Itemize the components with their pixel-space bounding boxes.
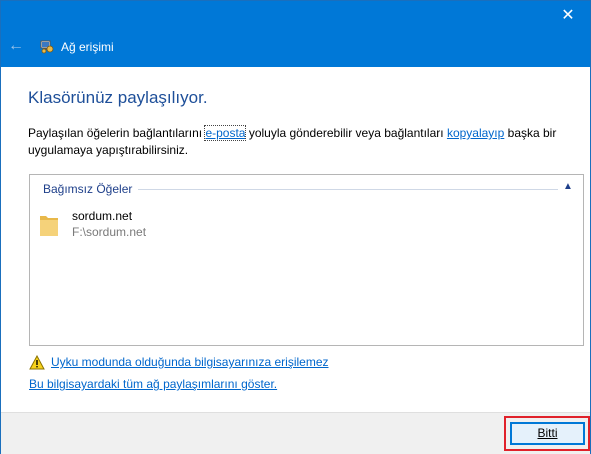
chevron-up-icon[interactable]: ▲ [562,181,574,193]
footer-bar [1,412,590,454]
group-header-divider [138,189,558,190]
email-link[interactable]: e-posta [204,125,247,141]
network-share-icon [40,40,54,54]
title-bar: ✕ ← Ağ erişimi [1,1,590,67]
close-button[interactable]: ✕ [546,1,590,31]
show-all-shares-link[interactable]: Bu bilgisayardaki tüm ağ paylaşımlarını … [29,377,277,392]
sleep-warning-link[interactable]: Uyku modunda olduğunda bilgisayarınıza e… [51,355,329,370]
network-access-dialog: ✕ ← Ağ erişimi Klasörünüz paylaşılıyor. … [0,0,591,454]
copy-link[interactable]: kopyalayıp [447,126,504,140]
warning-icon [29,355,45,370]
list-item[interactable]: sordum.net F:\sordum.net [39,209,169,241]
page-heading: Klasörünüz paylaşılıyor. [28,88,208,107]
folder-icon [40,216,58,236]
shared-items-panel: Bağımsız Öğeler ▲ sordum.net F:\sordum.n… [29,174,584,346]
group-header-label: Bağımsız Öğeler [43,182,133,196]
item-path: F:\sordum.net [72,225,147,239]
back-button[interactable]: ← [5,36,27,56]
window-title: Ağ erişimi [61,40,114,54]
description-part2: yoluyla gönderebilir veya bağlantıları [245,126,447,140]
description-part1: Paylaşılan öğelerin bağlantılarını [28,126,206,140]
done-button-label: Bitti [537,426,558,440]
done-button[interactable]: Bitti [510,422,585,445]
item-name: sordum.net [72,209,133,223]
description-text: Paylaşılan öğelerin bağlantılarını e-pos… [28,125,568,159]
